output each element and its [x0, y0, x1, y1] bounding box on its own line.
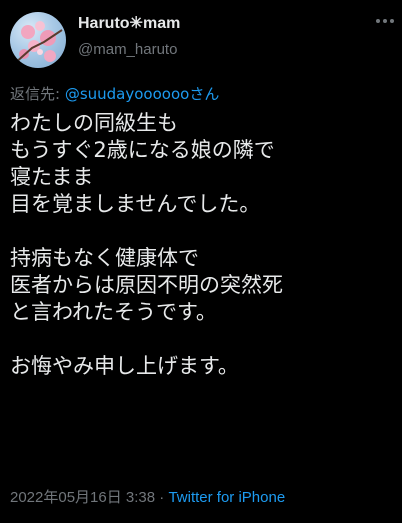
- tweet-line: 目を覚ましませんでした。: [10, 192, 261, 216]
- tweet-line: もうすぐ2歳になる娘の隣で: [10, 138, 275, 162]
- tweet-line: 寝たまま: [10, 165, 94, 189]
- tweet-paragraph: 持病もなく健康体で 医者からは原因不明の突然死 と言われたそうです。: [10, 245, 400, 326]
- avatar[interactable]: [10, 12, 66, 68]
- more-options-icon[interactable]: [374, 10, 396, 32]
- reply-to-line: 返信先: @suudayooooooさん: [10, 84, 219, 104]
- tweet-line: お悔やみ申し上げます。: [10, 354, 239, 378]
- display-name[interactable]: Haruto✳mam: [78, 14, 180, 34]
- avatar-blossom-image: [13, 21, 63, 65]
- tweet-line: わたしの同級生も: [10, 111, 178, 135]
- tweet-text: わたしの同級生も もうすぐ2歳になる娘の隣で 寝たまま 目を覚ましませんでした。…: [10, 110, 400, 380]
- tweet-header: Haruto✳mam @mam_haruto: [0, 0, 402, 80]
- tweet-source-link[interactable]: Twitter for iPhone: [168, 489, 285, 506]
- tweet-line: と言われたそうです。: [10, 300, 217, 324]
- tweet-metadata: 2022年05月16日 3:38 · Twitter for iPhone: [10, 488, 285, 508]
- reply-suffix: さん: [189, 85, 220, 103]
- reply-prefix: 返信先:: [10, 85, 65, 103]
- author-block[interactable]: Haruto✳mam @mam_haruto: [78, 14, 180, 60]
- tweet-paragraph: わたしの同級生も もうすぐ2歳になる娘の隣で 寝たまま 目を覚ましませんでした。: [10, 110, 400, 218]
- user-handle[interactable]: @mam_haruto: [78, 40, 180, 60]
- reply-mention-link[interactable]: @suudayoooooo: [65, 85, 189, 103]
- tweet-paragraph: お悔やみ申し上げます。: [10, 353, 400, 380]
- tweet-timestamp[interactable]: 2022年05月16日 3:38: [10, 489, 155, 506]
- tweet-line: 医者からは原因不明の突然死: [10, 273, 283, 297]
- meta-separator: ·: [155, 489, 169, 506]
- tweet-line: 持病もなく健康体で: [10, 246, 199, 270]
